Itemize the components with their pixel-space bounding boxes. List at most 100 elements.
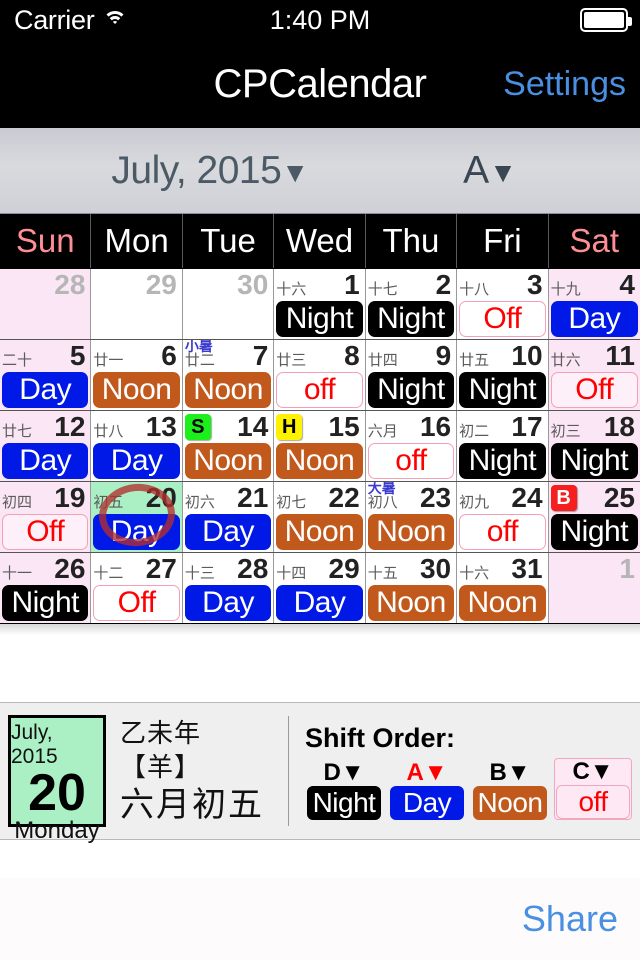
day-number: 4 bbox=[619, 269, 635, 300]
day-detail-panel: July, 2015 20 Monday 乙未年【羊】 六月初五 Shift O… bbox=[0, 702, 640, 844]
shift-chip[interactable]: Night bbox=[459, 372, 546, 408]
shift-chip[interactable]: Noon bbox=[93, 372, 180, 408]
shift-order-item-d[interactable]: D▼ Night bbox=[305, 759, 383, 820]
calendar-day-cell[interactable]: 十一 26 Night bbox=[0, 553, 92, 623]
shift-chip[interactable]: off bbox=[367, 443, 455, 479]
calendar-day-cell[interactable]: 廿五 10 Night bbox=[457, 340, 549, 410]
calendar-day-cell[interactable]: 十三 28 Day bbox=[182, 553, 275, 623]
calendar-day-cell[interactable]: 二十 5 Day bbox=[0, 340, 92, 410]
shift-chip[interactable]: Day bbox=[184, 585, 272, 621]
shift-chip[interactable]: Day bbox=[93, 443, 180, 479]
shift-chip[interactable]: Noon bbox=[459, 585, 546, 621]
lunar-day-label: 初六 bbox=[185, 483, 215, 510]
calendar-day-cell[interactable]: 30 bbox=[182, 269, 275, 339]
shift-order-selector-a[interactable]: A▼ bbox=[406, 759, 447, 786]
calendar-day-cell[interactable]: 廿六 11 Off bbox=[548, 340, 640, 410]
shift-order-chip[interactable]: off bbox=[556, 784, 630, 819]
calendar-day-cell[interactable]: 28 bbox=[0, 269, 92, 339]
shift-chip[interactable]: Day bbox=[550, 301, 638, 337]
shift-chip[interactable]: Noon bbox=[276, 514, 363, 550]
lunar-day-label: 十六 bbox=[459, 554, 489, 581]
calendar-day-cell[interactable]: 大暑 初八 23 Noon bbox=[365, 482, 458, 552]
calendar-day-cell[interactable]: 初三 18 Night bbox=[548, 411, 640, 481]
selected-day-box[interactable]: July, 2015 20 Monday bbox=[8, 715, 106, 844]
shift-chip[interactable]: Day bbox=[2, 443, 89, 479]
shift-order-item-a[interactable]: A▼ Day bbox=[388, 759, 466, 820]
shift-chip[interactable]: off bbox=[459, 514, 546, 550]
calendar-day-cell[interactable]: 十六 1 Night bbox=[274, 269, 366, 339]
shift-chip[interactable]: Day bbox=[276, 585, 363, 621]
font-size-button[interactable]: A▼ bbox=[430, 149, 550, 193]
share-button[interactable]: Share bbox=[522, 898, 618, 940]
lunar-date-text: 十八 bbox=[459, 280, 490, 298]
calendar-gap bbox=[0, 624, 640, 702]
shift-order-item-c[interactable]: C▼ off bbox=[554, 757, 632, 820]
calendar-day-cell[interactable]: 廿三 8 off bbox=[274, 340, 366, 410]
calendar-day-cell[interactable]: 1 bbox=[548, 553, 640, 623]
calendar-day-cell[interactable]: 十二 27 Off bbox=[91, 553, 183, 623]
calendar-day-cell[interactable]: S 14 Noon bbox=[182, 411, 275, 481]
shift-order-selector-b[interactable]: B▼ bbox=[489, 759, 530, 786]
shift-chip[interactable]: Noon bbox=[276, 443, 363, 479]
shift-chip[interactable]: Off bbox=[2, 514, 89, 550]
lunar-day-label: 初九 bbox=[459, 483, 489, 510]
calendar-day-cell[interactable]: 廿四 9 Night bbox=[365, 340, 458, 410]
day-cell-header: 小暑 廿二 7 bbox=[185, 340, 271, 371]
settings-button[interactable]: Settings bbox=[503, 65, 626, 104]
shift-chip[interactable]: Noon bbox=[367, 514, 455, 550]
calendar-day-cell[interactable]: 廿七 12 Day bbox=[0, 411, 92, 481]
shift-chip[interactable]: Day bbox=[2, 372, 89, 408]
day-number: 1 bbox=[344, 269, 360, 300]
shift-chip[interactable]: Day bbox=[184, 514, 272, 550]
shift-order-chip[interactable]: Day bbox=[390, 785, 464, 820]
lunar-day-label: 大暑 初八 bbox=[368, 482, 398, 510]
shift-chip[interactable]: Night bbox=[276, 301, 363, 337]
shift-chip[interactable]: Off bbox=[550, 372, 638, 408]
shift-order-selector-d[interactable]: D▼ bbox=[323, 759, 364, 786]
shift-chip[interactable]: Noon bbox=[184, 372, 272, 408]
month-picker-button[interactable]: July, 2015▼ bbox=[0, 149, 420, 193]
shift-chip[interactable]: off bbox=[276, 372, 363, 408]
shift-chip[interactable]: Noon bbox=[367, 585, 455, 621]
calendar-day-cell[interactable]: 初二 17 Night bbox=[457, 411, 549, 481]
calendar-day-cell[interactable]: 小暑 廿二 7 Noon bbox=[182, 340, 275, 410]
day-number: 14 bbox=[237, 411, 269, 442]
shift-chip[interactable]: Night bbox=[550, 514, 638, 550]
calendar-day-cell[interactable]: 初九 24 off bbox=[457, 482, 549, 552]
day-number: 18 bbox=[603, 411, 635, 442]
shift-order-selector-c[interactable]: C▼ bbox=[572, 758, 613, 785]
calendar-day-cell[interactable]: 十九 4 Day bbox=[548, 269, 640, 339]
calendar-day-cell[interactable]: 十五 30 Noon bbox=[365, 553, 458, 623]
shift-chip[interactable]: Day bbox=[93, 514, 180, 550]
shift-chip[interactable]: Night bbox=[2, 585, 89, 621]
calendar-day-cell[interactable]: 初四 19 Off bbox=[0, 482, 92, 552]
weekday-header-tue: Tue bbox=[183, 214, 275, 268]
calendar-day-cell[interactable]: H 15 Noon bbox=[274, 411, 366, 481]
calendar-day-cell[interactable]: 十六 31 Noon bbox=[457, 553, 549, 623]
lunar-date-text: 十三 bbox=[184, 564, 215, 582]
shift-chip[interactable]: Off bbox=[459, 301, 546, 337]
calendar-day-cell[interactable]: 初七 22 Noon bbox=[274, 482, 366, 552]
shift-order-chip[interactable]: Noon bbox=[473, 785, 547, 820]
calendar-day-cell[interactable]: 六月 16 off bbox=[365, 411, 458, 481]
calendar-day-cell[interactable]: 十四 29 Day bbox=[274, 553, 366, 623]
shift-chip[interactable]: Noon bbox=[184, 443, 272, 479]
shift-chip[interactable]: Night bbox=[459, 443, 546, 479]
calendar-day-cell[interactable]: 十八 3 Off bbox=[457, 269, 549, 339]
shift-order-item-b[interactable]: B▼ Noon bbox=[471, 759, 549, 820]
day-cell-header: 十四 29 bbox=[276, 554, 362, 584]
shift-chip[interactable]: Night bbox=[367, 372, 455, 408]
calendar-day-cell[interactable]: 初五 20 Day bbox=[91, 482, 183, 552]
chevron-down-icon: ▼ bbox=[489, 156, 517, 188]
calendar-day-cell[interactable]: 初六 21 Day bbox=[182, 482, 275, 552]
calendar-day-cell[interactable]: 29 bbox=[91, 269, 183, 339]
day-cell-header: 1 bbox=[551, 554, 638, 584]
calendar-day-cell[interactable]: 廿一 6 Noon bbox=[91, 340, 183, 410]
calendar-day-cell[interactable]: 十七 2 Night bbox=[365, 269, 458, 339]
shift-chip[interactable]: Off bbox=[93, 585, 180, 621]
shift-chip[interactable]: Night bbox=[550, 443, 638, 479]
calendar-day-cell[interactable]: 廿八 13 Day bbox=[91, 411, 183, 481]
calendar-day-cell[interactable]: B 25 Night bbox=[548, 482, 640, 552]
shift-order-chip[interactable]: Night bbox=[307, 785, 381, 820]
shift-chip[interactable]: Night bbox=[367, 301, 455, 337]
